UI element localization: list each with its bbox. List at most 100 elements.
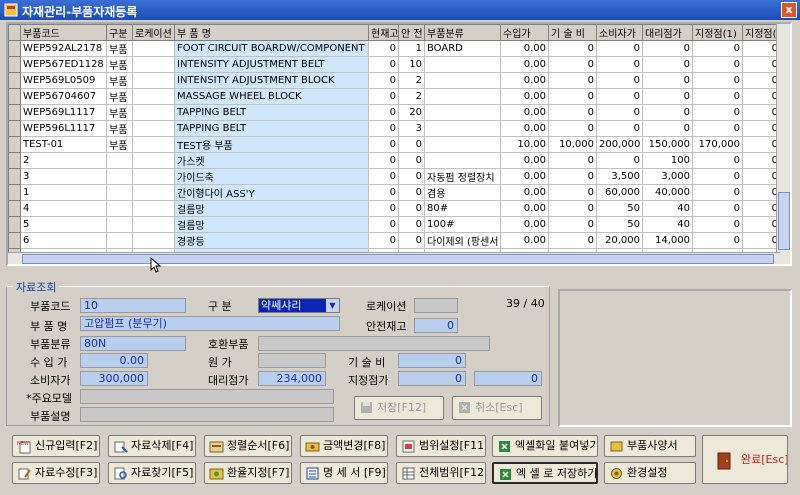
table-cell[interactable]: 0 xyxy=(596,72,643,89)
table-cell[interactable]: 부품 xyxy=(106,88,133,105)
table-cell[interactable]: 20,000 xyxy=(596,232,643,249)
consumer-price-field[interactable]: 300,000 xyxy=(80,371,148,386)
table-cell[interactable]: 150,000 xyxy=(642,136,693,153)
table-cell[interactable] xyxy=(107,265,133,267)
table-cell[interactable]: 0 xyxy=(368,120,399,137)
table-cell[interactable]: 170,000 xyxy=(692,136,743,153)
table-row[interactable]: WEP56704607 부품 MASSAGE WHEEL BLOCK 0 2 0.00 0 0… xyxy=(8,88,781,105)
table-cell[interactable]: 0.00 xyxy=(500,168,549,185)
row-indicator[interactable] xyxy=(8,104,21,121)
table-cell[interactable]: 10.00 xyxy=(500,136,549,153)
row-indicator[interactable] xyxy=(9,265,21,267)
table-cell[interactable]: 3,500 xyxy=(596,168,643,185)
column-header[interactable]: 현재고 xyxy=(368,24,399,41)
excel-save-button[interactable]: 엑 셀 로 저장하기 xyxy=(492,462,598,484)
table-cell[interactable]: 0 xyxy=(596,104,643,121)
table-cell[interactable]: 0 xyxy=(692,168,743,185)
table-cell[interactable]: 0 xyxy=(692,56,743,73)
table-cell[interactable]: 40,000 xyxy=(642,184,693,201)
table-cell[interactable]: 0 xyxy=(692,40,743,57)
table-cell[interactable]: WEP569L0509 xyxy=(20,72,107,89)
table-cell[interactable]: 부품 xyxy=(106,104,133,121)
table-cell[interactable]: 0 xyxy=(742,120,781,137)
table-cell[interactable]: 20 xyxy=(398,104,425,121)
table-cell[interactable]: TAPPING BELT xyxy=(174,104,369,121)
table-cell[interactable]: TEST용 부품 xyxy=(174,136,369,153)
table-cell[interactable]: 10,000 xyxy=(548,136,597,153)
table-cell[interactable]: 0 xyxy=(548,56,597,73)
table-cell[interactable]: 0 xyxy=(398,232,425,249)
table-cell[interactable]: WEP596L1117 xyxy=(20,120,107,137)
designated-price-1-field[interactable]: 0 xyxy=(398,371,466,386)
table-cell[interactable]: 0 xyxy=(398,184,425,201)
category-field[interactable]: 80N xyxy=(80,336,186,351)
row-indicator[interactable] xyxy=(8,56,21,73)
grid-vertical-scrollbar[interactable] xyxy=(776,24,790,264)
table-cell[interactable] xyxy=(106,232,133,249)
column-header[interactable]: 소비자가 xyxy=(596,24,643,41)
table-cell[interactable]: 가스켓 xyxy=(174,152,369,169)
table-cell[interactable] xyxy=(132,136,175,153)
table-cell[interactable]: 100 xyxy=(642,152,693,169)
table-cell[interactable]: 0 xyxy=(548,200,597,217)
table-cell[interactable]: 0 xyxy=(399,265,425,267)
table-cell[interactable]: 부품 xyxy=(106,56,133,73)
table-cell[interactable] xyxy=(106,152,133,169)
table-cell[interactable]: TAPPING BELT xyxy=(174,120,369,137)
table-cell[interactable]: FOOT CIRCUIT BOARDW/COMPONENT xyxy=(174,40,369,57)
table-cell[interactable]: 0 xyxy=(548,184,597,201)
table-cell[interactable]: 0 xyxy=(742,56,781,73)
vertical-scroll-thumb[interactable] xyxy=(778,192,790,250)
table-cell[interactable] xyxy=(132,184,175,201)
table-row[interactable]: WEP592AL2178 부품 FOOT CIRCUIT BOARDW/COMPON… xyxy=(8,40,781,57)
table-row[interactable]: WEP596L1117 부품 TAPPING BELT 0 3 0.00 0 0 0 0 0 xyxy=(8,120,781,137)
model-field[interactable] xyxy=(80,389,334,404)
horizontal-scroll-thumb[interactable] xyxy=(22,254,774,264)
compat-field[interactable] xyxy=(258,336,490,351)
done-button[interactable]: 완료[Esc] xyxy=(702,435,788,484)
table-cell[interactable]: INTENSITY ADJUSTMENT BELT xyxy=(174,56,369,73)
table-cell[interactable]: 부품 xyxy=(106,72,133,89)
table-cell[interactable]: 2 xyxy=(20,152,107,169)
table-cell[interactable]: 0 xyxy=(642,104,693,121)
row-indicator[interactable] xyxy=(8,232,21,249)
table-cell[interactable]: 0 xyxy=(742,88,781,105)
new-entry-button[interactable]: NEW 신규입력[F2] xyxy=(12,435,100,457)
row-indicator[interactable] xyxy=(8,200,21,217)
table-cell[interactable]: 0 xyxy=(642,72,693,89)
table-row[interactable]: WEP567ED1128 부품 INTENSITY ADJUSTMENT BELT 0… xyxy=(8,56,781,73)
location-field[interactable] xyxy=(414,298,458,313)
table-cell[interactable]: 0.00 xyxy=(500,40,549,57)
table-cell[interactable]: 6 xyxy=(20,232,107,249)
table-cell[interactable] xyxy=(132,216,175,233)
table-row[interactable]: 8경광등 다이000.00035,00025,00000 xyxy=(9,265,781,267)
table-cell[interactable]: 겸용 xyxy=(424,184,501,201)
table-cell[interactable]: 3 xyxy=(398,120,425,137)
table-cell[interactable] xyxy=(132,88,175,105)
table-cell[interactable]: 50 xyxy=(596,216,643,233)
find-button[interactable]: 자료찾기[F5] xyxy=(108,462,196,484)
table-cell[interactable]: 경광등 xyxy=(174,232,369,249)
table-cell[interactable]: 0.00 xyxy=(500,88,549,105)
table-cell[interactable] xyxy=(106,184,133,201)
delete-button[interactable]: 자료삭제[F4] xyxy=(108,435,196,457)
table-cell[interactable]: 0 xyxy=(548,40,597,57)
table-cell[interactable]: 0 xyxy=(692,104,743,121)
table-cell[interactable]: 2 xyxy=(398,88,425,105)
table-cell[interactable]: 0 xyxy=(368,168,399,185)
table-cell[interactable]: 50 xyxy=(596,200,643,217)
table-cell[interactable]: 0 xyxy=(368,72,399,89)
settings-button[interactable]: 환경설정 xyxy=(604,462,696,484)
column-header[interactable]: 기 술 비 xyxy=(548,24,597,41)
table-cell[interactable]: 0 xyxy=(693,265,743,267)
table-cell[interactable]: 0 xyxy=(368,136,399,153)
table-cell[interactable]: 0 xyxy=(548,104,597,121)
table-cell[interactable]: 0 xyxy=(692,216,743,233)
table-cell[interactable]: 0 xyxy=(548,72,597,89)
table-row[interactable]: TEST-01 부품 TEST용 부품 0 0 10.00 10,000 200,000 150… xyxy=(8,136,781,153)
column-header[interactable]: 부 품 명 xyxy=(174,24,369,41)
table-cell[interactable]: 0 xyxy=(642,120,693,137)
table-cell[interactable] xyxy=(132,104,175,121)
description-field[interactable] xyxy=(80,407,334,422)
table-cell[interactable]: 0 xyxy=(742,152,781,169)
